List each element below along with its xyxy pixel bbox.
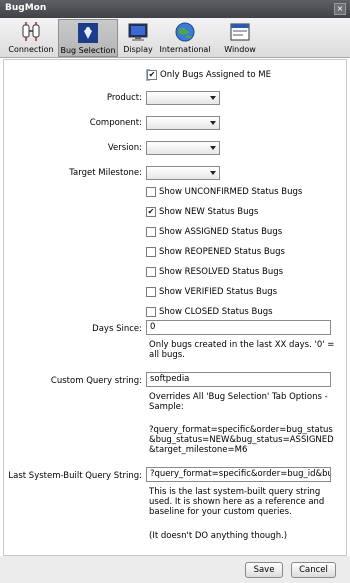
close-icon[interactable]: ×	[334, 3, 346, 15]
last-query-note: (It doesn't DO anything though.)	[149, 531, 288, 541]
custom-query-help: Overrides All 'Bug Selection' Tab Option…	[149, 392, 328, 412]
status-filter-checkbox[interactable]	[146, 287, 156, 297]
version-label: Version:	[107, 143, 142, 153]
tab-connection[interactable]: Connection	[6, 19, 56, 57]
status-filter-checkbox[interactable]	[146, 227, 156, 237]
status-filter-label: Show REOPENED Status Bugs	[159, 247, 285, 257]
bug-selection-icon	[78, 23, 98, 43]
last-query-help: This is the last system-built query stri…	[149, 487, 325, 517]
status-filter-label: Show RESOLVED Status Bugs	[159, 267, 284, 277]
only-assigned-label: Only Bugs Assigned to ME	[160, 70, 271, 80]
status-filter-label: Show VERIFIED Status Bugs	[159, 287, 278, 297]
target-milestone-select[interactable]	[146, 166, 220, 180]
status-filter-label: Show CLOSED Status Bugs	[159, 307, 273, 317]
target-milestone-label: Target Milestone:	[69, 168, 142, 178]
status-filter-checkbox[interactable]	[146, 247, 156, 257]
tab-label: Window	[224, 45, 256, 54]
status-filter-checkbox[interactable]	[146, 307, 156, 317]
chevron-down-icon	[210, 171, 216, 175]
days-since-input[interactable]: 0	[146, 320, 331, 335]
save-button[interactable]: Save	[245, 562, 283, 578]
custom-query-label: Custom Query string:	[50, 376, 142, 386]
only-assigned-checkbox-row[interactable]: ✔ Only Bugs Assigned to ME	[146, 69, 271, 81]
component-label: Component:	[89, 118, 142, 128]
only-assigned-checkbox[interactable]: ✔	[147, 70, 157, 80]
window-icon	[230, 23, 250, 41]
connection-plug-icon	[22, 22, 40, 41]
status-filter-checkbox[interactable]: ✔	[146, 207, 156, 217]
chevron-down-icon	[210, 121, 216, 125]
chevron-down-icon	[210, 96, 216, 100]
custom-query-sample: ?query_format=specific&order=bug_status&…	[149, 425, 334, 455]
window-title: BugMon	[5, 3, 47, 13]
days-since-help: Only bugs created in the last XX days. '…	[149, 340, 335, 360]
tab-label: Connection	[8, 45, 54, 54]
version-select[interactable]	[146, 141, 220, 155]
cancel-button[interactable]: Cancel	[291, 562, 336, 578]
tab-label: Display	[123, 45, 153, 54]
tab-display[interactable]: Display	[120, 19, 156, 57]
tab-bug-selection[interactable]: Bug Selection	[58, 19, 118, 57]
product-label: Product:	[106, 93, 142, 103]
status-filter-checkbox[interactable]	[146, 187, 156, 197]
monitor-icon	[128, 23, 148, 41]
days-since-label: Days Since:	[92, 324, 142, 334]
custom-query-input[interactable]: softpedia	[146, 372, 331, 387]
status-filter-label: Show NEW Status Bugs	[159, 207, 259, 217]
product-select[interactable]	[146, 91, 220, 105]
globe-icon	[175, 22, 195, 42]
status-filter-checkbox[interactable]	[146, 267, 156, 277]
tab-label: Bug Selection	[60, 46, 116, 55]
title-bar: BugMon ×	[0, 0, 350, 18]
last-query-input[interactable]: ?query_format=specific&order=bug_id&bug_	[146, 467, 331, 482]
tab-international[interactable]: International	[158, 19, 212, 57]
status-filter-label: Show UNCONFIRMED Status Bugs	[159, 187, 303, 197]
tab-window[interactable]: Window	[220, 19, 260, 57]
component-select[interactable]	[146, 116, 220, 130]
last-query-label: Last System-Built Query String:	[8, 471, 142, 481]
tab-label: International	[159, 45, 211, 54]
chevron-down-icon	[210, 146, 216, 150]
preferences-toolbar: Connection Bug Selection Display Interna…	[0, 18, 350, 58]
status-filter-label: Show ASSIGNED Status Bugs	[159, 227, 283, 237]
